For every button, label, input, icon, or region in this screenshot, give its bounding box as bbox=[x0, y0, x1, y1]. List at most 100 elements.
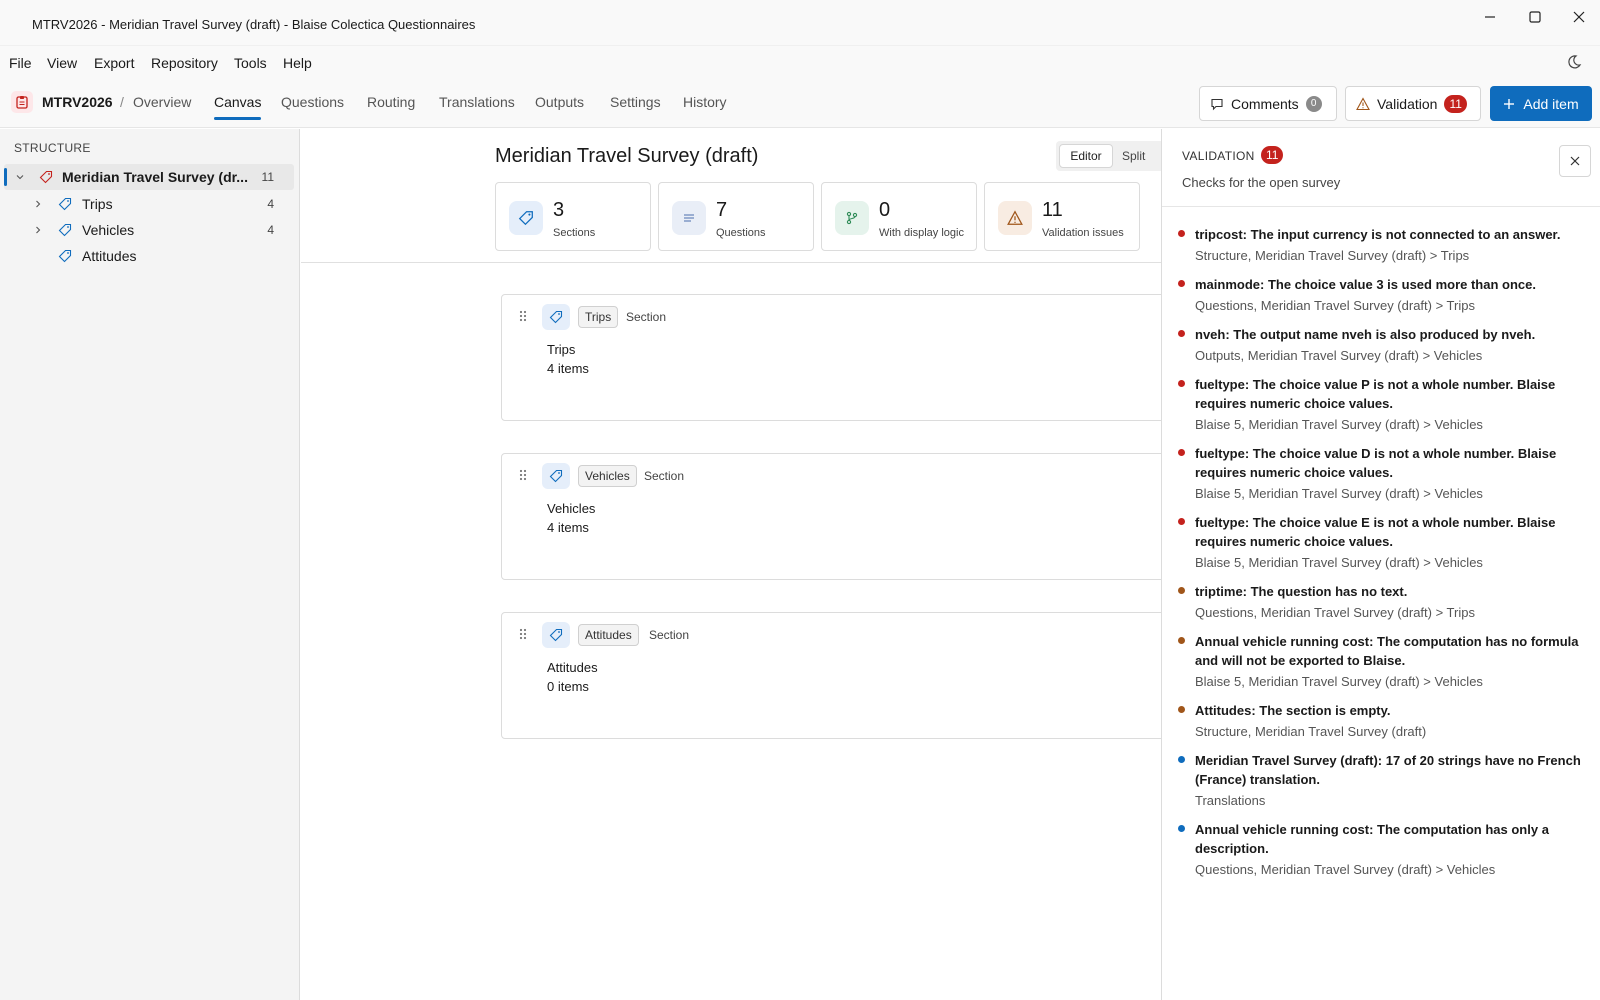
validation-subtitle: Checks for the open survey bbox=[1182, 175, 1341, 190]
warning-icon bbox=[998, 201, 1032, 235]
comments-button[interactable]: Comments 0 bbox=[1199, 86, 1337, 121]
moon-icon bbox=[1568, 55, 1582, 69]
menu-tools[interactable]: Tools bbox=[234, 55, 267, 71]
tree-item-vehicles[interactable]: Vehicles 4 bbox=[4, 217, 294, 243]
tag-icon bbox=[39, 170, 53, 184]
project-code-breadcrumb[interactable]: MTRV2026 bbox=[42, 94, 113, 110]
tree-item-trips[interactable]: Trips 4 bbox=[4, 191, 294, 217]
branch-icon bbox=[835, 201, 869, 235]
section-card-attitudes[interactable]: Attitudes Section Attitudes 0 items bbox=[501, 612, 1181, 739]
tab-questions[interactable]: Questions bbox=[281, 94, 344, 110]
issue-location[interactable]: Questions, Meridian Travel Survey (draft… bbox=[1195, 862, 1495, 877]
add-item-button[interactable]: Add item bbox=[1490, 86, 1592, 121]
drag-handle-icon[interactable] bbox=[518, 468, 528, 482]
section-title: Attitudes bbox=[547, 660, 598, 675]
section-name-chip: Attitudes bbox=[578, 624, 639, 646]
severity-dot bbox=[1178, 706, 1185, 713]
tag-icon bbox=[542, 463, 570, 489]
issue-location[interactable]: Blaise 5, Meridian Travel Survey (draft)… bbox=[1195, 555, 1483, 570]
menu-export[interactable]: Export bbox=[94, 55, 134, 71]
tab-settings[interactable]: Settings bbox=[610, 94, 661, 110]
divider bbox=[1162, 206, 1600, 207]
chevron-right-icon[interactable] bbox=[32, 198, 44, 210]
menu-help[interactable]: Help bbox=[283, 55, 312, 71]
split-mode-button[interactable]: Split bbox=[1122, 149, 1145, 163]
maximize-button[interactable] bbox=[1512, 0, 1558, 34]
tag-icon bbox=[58, 197, 72, 211]
breadcrumb-overview[interactable]: Overview bbox=[133, 94, 191, 110]
section-item-count: 4 items bbox=[547, 520, 589, 535]
tab-translations[interactable]: Translations bbox=[439, 94, 515, 110]
close-icon bbox=[1573, 11, 1585, 23]
tree-item-label: Trips bbox=[82, 196, 113, 212]
tree-item-label: Vehicles bbox=[82, 222, 135, 238]
validation-label: Validation bbox=[1377, 95, 1438, 112]
section-card-trips[interactable]: Trips Section Trips 4 items bbox=[501, 294, 1181, 421]
tag-icon bbox=[542, 622, 570, 648]
stat-card-display-logic[interactable]: 0 With display logic bbox=[821, 182, 977, 251]
plus-icon bbox=[1504, 98, 1515, 109]
tab-outputs[interactable]: Outputs bbox=[535, 94, 584, 110]
severity-dot bbox=[1178, 825, 1185, 832]
issue-location[interactable]: Blaise 5, Meridian Travel Survey (draft)… bbox=[1195, 674, 1483, 689]
menu-view[interactable]: View bbox=[47, 55, 77, 71]
issue-location[interactable]: Structure, Meridian Travel Survey (draft… bbox=[1195, 248, 1469, 263]
severity-dot bbox=[1178, 280, 1185, 287]
comments-label: Comments bbox=[1231, 95, 1299, 112]
close-icon bbox=[1570, 156, 1580, 166]
stat-card-sections[interactable]: 3 Sections bbox=[495, 182, 651, 251]
issue-message: Meridian Travel Survey (draft): 17 of 20… bbox=[1195, 753, 1581, 787]
lines-icon bbox=[672, 201, 706, 235]
theme-toggle-button[interactable] bbox=[1566, 54, 1582, 73]
issue-location[interactable]: Translations bbox=[1195, 793, 1265, 808]
issue-message: fueltype: The choice value D is not a wh… bbox=[1195, 446, 1557, 480]
validation-button[interactable]: Validation 11 bbox=[1345, 86, 1481, 121]
breadcrumb-separator: / bbox=[120, 94, 124, 110]
menu-repository[interactable]: Repository bbox=[151, 55, 218, 71]
comments-count-badge: 0 bbox=[1305, 95, 1322, 112]
section-title: Vehicles bbox=[547, 501, 596, 516]
tree-root-label: Meridian Travel Survey (dr... bbox=[62, 169, 248, 185]
chevron-down-icon[interactable] bbox=[14, 171, 26, 183]
tab-canvas[interactable]: Canvas bbox=[214, 94, 261, 110]
stat-card-validation-issues[interactable]: 11 Validation issues bbox=[984, 182, 1140, 251]
issue-location[interactable]: Questions, Meridian Travel Survey (draft… bbox=[1195, 605, 1475, 620]
severity-dot bbox=[1178, 230, 1185, 237]
survey-app-icon bbox=[11, 91, 33, 113]
issue-location[interactable]: Blaise 5, Meridian Travel Survey (draft)… bbox=[1195, 486, 1483, 501]
tree-item-attitudes[interactable]: Attitudes bbox=[4, 243, 294, 269]
tab-routing[interactable]: Routing bbox=[367, 94, 415, 110]
issue-message: Annual vehicle running cost: The computa… bbox=[1195, 822, 1549, 856]
section-name-chip: Trips bbox=[578, 306, 619, 328]
section-card-vehicles[interactable]: Vehicles Section Vehicles 4 items bbox=[501, 453, 1181, 580]
stat-label: Questions bbox=[716, 227, 766, 239]
close-panel-button[interactable] bbox=[1559, 145, 1591, 177]
menu-file[interactable]: File bbox=[9, 55, 32, 71]
drag-handle-icon[interactable] bbox=[518, 627, 528, 641]
tree-item-root[interactable]: Meridian Travel Survey (dr... 11 bbox=[4, 164, 294, 190]
sidebar-heading: STRUCTURE bbox=[14, 141, 91, 155]
close-window-button[interactable] bbox=[1556, 0, 1600, 34]
stat-card-questions[interactable]: 7 Questions bbox=[658, 182, 814, 251]
tag-icon bbox=[542, 304, 570, 330]
editor-mode-button[interactable]: Editor bbox=[1059, 144, 1113, 168]
drag-handle-icon[interactable] bbox=[518, 309, 528, 323]
structure-sidebar: STRUCTURE Meridian Travel Survey (dr... … bbox=[0, 129, 300, 1000]
menu-bar: File View Export Repository Tools Help bbox=[0, 46, 1600, 78]
validation-count-badge: 11 bbox=[1261, 146, 1284, 164]
section-kind-label: Section bbox=[626, 310, 667, 324]
tag-icon bbox=[58, 249, 72, 263]
issue-message: Attitudes: The section is empty. bbox=[1195, 703, 1391, 718]
tab-history[interactable]: History bbox=[683, 94, 727, 110]
issue-location[interactable]: Questions, Meridian Travel Survey (draft… bbox=[1195, 298, 1475, 313]
issue-location[interactable]: Structure, Meridian Travel Survey (draft… bbox=[1195, 724, 1426, 739]
severity-dot bbox=[1178, 330, 1185, 337]
tag-icon bbox=[58, 223, 72, 237]
section-kind-label: Section bbox=[644, 469, 685, 483]
chevron-right-icon[interactable] bbox=[32, 224, 44, 236]
severity-dot bbox=[1178, 756, 1185, 763]
issue-location[interactable]: Outputs, Meridian Travel Survey (draft) … bbox=[1195, 348, 1482, 363]
tree-item-count: 4 bbox=[267, 197, 274, 211]
minimize-button[interactable] bbox=[1467, 0, 1513, 34]
issue-location[interactable]: Blaise 5, Meridian Travel Survey (draft)… bbox=[1195, 417, 1483, 432]
